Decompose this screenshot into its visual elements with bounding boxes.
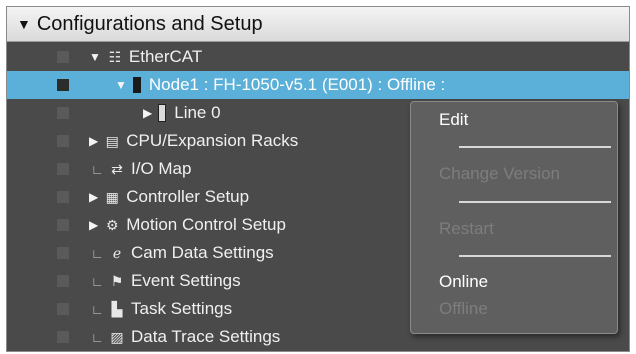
expand-right-icon[interactable]: ▶ <box>89 134 98 148</box>
task-icon: ▙ <box>111 300 123 317</box>
row-marker <box>57 219 69 231</box>
cpu-rack-icon: ▤ <box>105 132 119 149</box>
tree-item-label: Controller Setup <box>126 187 250 206</box>
menu-separator <box>459 255 611 257</box>
gear-icon: ⚙ <box>105 216 119 233</box>
row-marker <box>57 191 69 203</box>
context-menu: Edit Change Version Restart Online Offli… <box>410 101 618 334</box>
tree-item-label: CPU/Expansion Racks <box>126 131 299 150</box>
collapse-triangle-icon[interactable]: ▼ <box>17 16 31 32</box>
tree-leaf-connector: ∟ <box>91 301 104 317</box>
tree-item-label: Task Settings <box>131 299 233 318</box>
trace-chart-icon: ▨ <box>110 328 124 345</box>
menu-item-edit[interactable]: Edit <box>439 110 468 130</box>
expand-down-icon[interactable]: ▼ <box>115 78 127 92</box>
io-map-icon: ⇄ <box>111 160 123 177</box>
tree-item-label: EtherCAT <box>128 47 203 66</box>
menu-item-offline: Offline <box>439 299 488 318</box>
row-marker <box>57 331 69 343</box>
row-marker <box>57 135 69 147</box>
expand-right-icon[interactable]: ▶ <box>89 218 98 232</box>
row-marker <box>57 303 69 315</box>
menu-item-change-version: Change Version <box>439 164 560 183</box>
tree-leaf-connector: ∟ <box>91 273 104 289</box>
tree-item-label: Node1 : FH-1050-v5.1 (E001) : Offline : <box>148 75 446 94</box>
line-icon <box>158 104 167 122</box>
ethercat-icon: ☷ <box>108 48 122 65</box>
row-marker <box>57 51 69 63</box>
menu-separator <box>459 146 611 148</box>
row-marker <box>57 247 69 259</box>
tree-leaf-connector: ∟ <box>91 245 104 261</box>
controller-setup-icon: ▦ <box>105 188 119 205</box>
tree-leaf-connector: ∟ <box>91 161 104 177</box>
menu-item-restart: Restart <box>439 219 494 238</box>
expand-down-icon[interactable]: ▼ <box>89 50 101 64</box>
configurations-panel: ▼ Configurations and Setup ▼ ☷ EtherCAT … <box>6 6 630 352</box>
tree-item-label: Motion Control Setup <box>126 215 286 234</box>
tree-item-node1[interactable]: ▼ Node1 : FH-1050-v5.1 (E001) : Offline … <box>7 71 629 99</box>
expand-right-icon[interactable]: ▶ <box>89 190 98 204</box>
tree-item-label: Line 0 <box>174 103 221 122</box>
cam-curve-icon: ℯ <box>112 244 122 261</box>
menu-separator <box>459 201 611 203</box>
flag-icon: ⚑ <box>110 272 124 289</box>
tree-item-label: Data Trace Settings <box>131 327 281 346</box>
tree-item-label: I/O Map <box>131 159 192 178</box>
tree-item-label: Cam Data Settings <box>131 243 274 262</box>
row-marker <box>57 107 69 119</box>
row-marker <box>57 79 69 91</box>
row-marker <box>57 163 69 175</box>
tree-leaf-connector: ∟ <box>91 329 104 345</box>
row-marker <box>57 275 69 287</box>
tree-item-ethercat[interactable]: ▼ ☷ EtherCAT <box>7 43 629 71</box>
panel-title: Configurations and Setup <box>36 12 263 35</box>
panel-header[interactable]: ▼ Configurations and Setup <box>7 7 629 42</box>
menu-item-online[interactable]: Online <box>439 272 488 292</box>
tree-item-label: Event Settings <box>131 271 241 290</box>
expand-right-icon[interactable]: ▶ <box>143 106 152 120</box>
device-node-icon <box>132 77 141 93</box>
